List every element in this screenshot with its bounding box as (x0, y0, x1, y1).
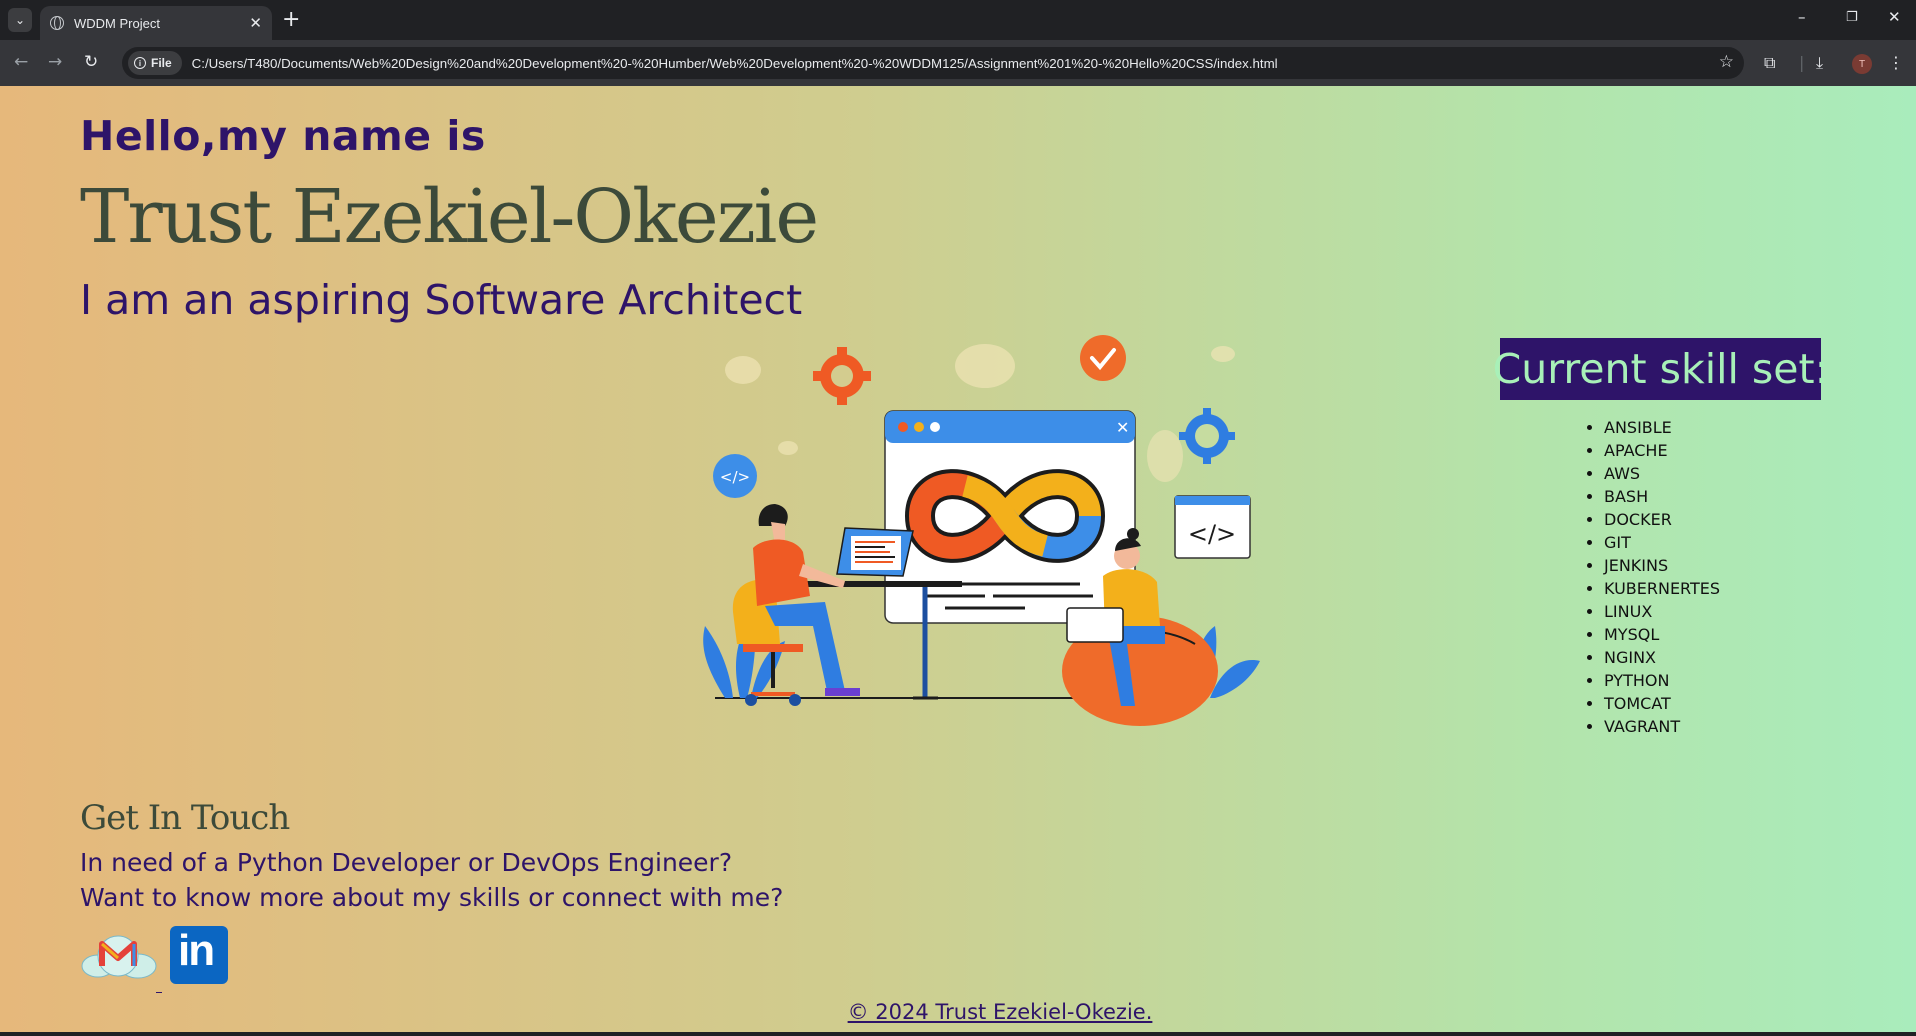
close-window-button[interactable]: ✕ (1888, 8, 1901, 26)
tab-bar: ⌄ WDDM Project ✕ + – ❐ ✕ (0, 0, 1916, 40)
laptop-graphic (836, 527, 914, 577)
bottom-border (0, 1032, 1916, 1036)
toolbar-divider: | (1799, 53, 1805, 72)
svg-text:</>: </> (720, 468, 750, 486)
skill-item: MYSQL (1604, 623, 1720, 646)
skill-item: KUBERNERTES (1604, 577, 1720, 600)
devops-illustration: </> ✕ </> (703, 335, 1260, 726)
skill-item: TOMCAT (1604, 692, 1720, 715)
url-text[interactable]: C:/Users/T480/Documents/Web%20Design%20a… (192, 56, 1278, 71)
skill-item: AWS (1604, 462, 1720, 485)
restore-button[interactable]: ❐ (1846, 10, 1858, 25)
skill-item: LINUX (1604, 600, 1720, 623)
linkedin-logo-text: in (178, 926, 215, 975)
extensions-icon[interactable]: ⧉ (1764, 53, 1775, 73)
svg-text:✕: ✕ (1116, 418, 1129, 437)
skill-item: GIT (1604, 531, 1720, 554)
skill-item: DOCKER (1604, 508, 1720, 531)
globe-icon (50, 16, 64, 30)
code-bubble-icon: </> (713, 454, 757, 498)
menu-kebab-icon[interactable]: ⋮ (1888, 53, 1904, 72)
linkedin-link-icon[interactable]: in (170, 926, 228, 984)
blue-gear-icon (1179, 408, 1235, 464)
copyright-link[interactable]: © 2024 Trust Ezekiel-Okezie. (0, 1000, 1916, 1024)
skill-item: ANSIBLE (1604, 416, 1720, 439)
checkmark-icon (1080, 335, 1126, 381)
tab-close-icon[interactable]: ✕ (249, 14, 262, 32)
orange-gear-icon (813, 347, 871, 405)
address-bar[interactable]: i File C:/Users/T480/Documents/Web%20Des… (122, 47, 1744, 79)
skill-item: NGINX (1604, 646, 1720, 669)
new-tab-button[interactable]: + (282, 8, 300, 32)
download-icon[interactable]: ⤓ (1816, 53, 1823, 73)
contact-line-1: In need of a Python Developer or DevOps … (80, 848, 733, 877)
developer-man-graphic (732, 504, 860, 706)
chip-label: File (151, 56, 172, 70)
code-window-icon: </> (1174, 495, 1251, 559)
tab-search-icon[interactable]: ⌄ (8, 8, 32, 32)
tagline: I am an aspiring Software Architect (80, 276, 803, 324)
skill-item: VAGRANT (1604, 715, 1720, 738)
page-content: Hello,my name is Trust Ezekiel-Okezie I … (0, 86, 1916, 1032)
skills-title: Current skill set: (1493, 338, 1828, 400)
skill-item: PYTHON (1604, 669, 1720, 692)
tab-wddm-project[interactable]: WDDM Project ✕ (40, 6, 272, 40)
get-in-touch-heading: Get In Touch (80, 798, 290, 838)
site-info-chip[interactable]: i File (128, 51, 182, 75)
name-heading: Trust Ezekiel-Okezie (80, 174, 819, 260)
svg-text:</>: </> (1188, 520, 1236, 548)
hello-heading: Hello,my name is (80, 112, 486, 160)
skill-item: APACHE (1604, 439, 1720, 462)
tab-title: WDDM Project (74, 15, 160, 31)
profile-avatar[interactable]: T (1852, 54, 1872, 74)
bookmark-star-icon[interactable]: ☆ (1719, 52, 1734, 72)
skills-list: ANSIBLE APACHE AWS BASH DOCKER GIT JENKI… (1604, 416, 1720, 738)
info-icon: i (134, 57, 146, 69)
skill-item: JENKINS (1604, 554, 1720, 577)
toolbar: ← → ↻ i File C:/Users/T480/Documents/Web… (0, 40, 1916, 86)
gmail-link-icon[interactable] (80, 926, 158, 986)
reload-icon[interactable]: ↻ (84, 52, 98, 72)
minimize-button[interactable]: – (1798, 8, 1806, 26)
back-arrow-icon[interactable]: ← (14, 52, 28, 72)
forward-arrow-icon[interactable]: → (48, 52, 62, 72)
contact-line-2: Want to know more about my skills or con… (80, 883, 784, 912)
link-underline (156, 992, 162, 993)
skill-item: BASH (1604, 485, 1720, 508)
